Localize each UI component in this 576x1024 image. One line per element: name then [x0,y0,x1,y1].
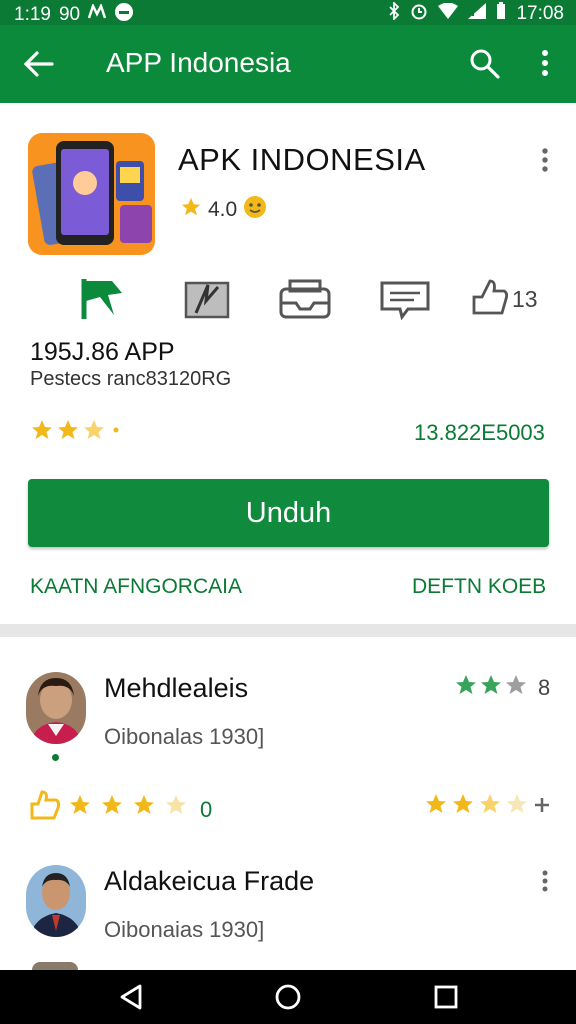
star-icon [456,675,476,694]
download-button[interactable]: Unduh [28,479,549,547]
cell-signal-icon [468,3,487,25]
battery-icon [496,2,506,26]
star-icon [481,675,501,694]
bluetooth-icon [388,0,400,26]
size-text: Pestecs ranc83120RG [30,368,232,390]
reviewer-name: Mehdlealeis [104,673,249,703]
back-arrow-icon[interactable] [22,47,56,81]
star-empty-icon [506,675,526,694]
star-icon [58,420,78,439]
app-bar-title: APP Indonesia [106,47,291,78]
star-icon [84,420,104,439]
star-icon [134,795,154,814]
app-icon [28,133,155,255]
helpful-hand-icon [30,790,61,820]
inbox-icon[interactable] [278,275,338,323]
likes-count: 13 [512,286,538,312]
plus-icon [535,798,549,812]
wifi-icon [438,2,459,25]
message-icon[interactable] [378,275,438,323]
flag-icon[interactable] [78,275,138,323]
reviewer-avatar[interactable] [26,865,86,937]
star-empty-icon [507,794,527,813]
star-icon [70,795,90,814]
back-nav-icon[interactable] [116,982,146,1012]
status-signal-left: 90 [58,4,81,25]
more-info-link[interactable]: KAATN AFNGORCAIA [30,575,242,599]
star-partial-icon [113,427,119,433]
review-count: 8 [538,675,551,700]
star-icon [102,795,122,814]
online-indicator [52,754,59,761]
navigation-bar [0,970,576,1024]
recents-nav-icon[interactable] [431,982,461,1012]
app-star-rating [30,418,130,449]
app-name: APK INDONESIA [178,142,426,177]
star-icon [426,794,446,813]
star-icon [32,420,52,439]
details-link[interactable]: DEFTN KOEB [412,575,546,599]
app-rating: 4.0 [180,195,267,225]
helpful-rating-row [28,790,218,827]
app-rating-value: 4.0 [208,198,238,221]
status-time-right: 17:08 [516,3,564,24]
reviewer-avatar[interactable] [26,672,86,744]
star-half-icon [480,794,500,813]
status-time-left: 1:19 [14,4,51,25]
secondary-star-rating [424,792,554,823]
emoji-face-icon [243,195,267,225]
app-more-options-icon[interactable] [532,146,558,176]
home-nav-icon[interactable] [273,982,303,1012]
action-row [0,275,576,325]
review-more-options-icon[interactable] [532,868,558,898]
downloads-text: 195J.86 APP [30,338,175,366]
notification-icon [87,2,107,26]
search-icon[interactable] [468,47,502,81]
helpful-count: 0 [200,797,213,822]
app-bar: APP Indonesia [0,25,576,103]
version-text: 13.822E5003 [414,420,545,445]
alarm-icon [410,2,428,26]
star-icon [180,196,202,224]
image-share-icon[interactable] [182,275,242,323]
review-star-rating [454,673,534,702]
review-date: Oibonalas 1930] [104,724,265,749]
reviewer-name: Aldakeicua Frade [104,866,315,896]
more-options-icon[interactable] [532,47,558,81]
star-half-icon [166,795,186,814]
status-bar: 1:19 90 17:08 [0,0,576,25]
star-icon [453,794,473,813]
status-right: 17:08 [388,0,564,26]
review-date: Oibonaias 1930] [104,917,265,942]
reviewer-avatar-partial [32,962,78,970]
section-divider [0,624,576,637]
